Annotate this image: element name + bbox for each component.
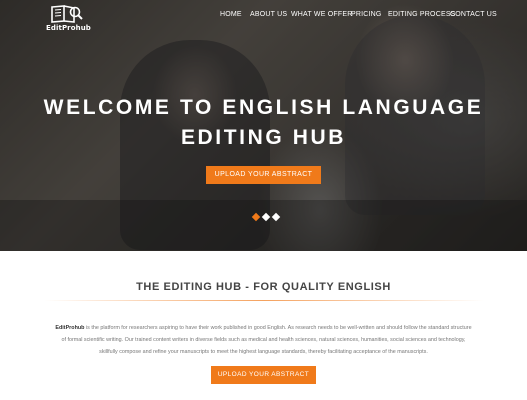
slider-dot-2[interactable] (261, 212, 271, 222)
nav-what-we-offer[interactable]: WHAT WE OFFER (291, 11, 352, 18)
section-heading: THE EDITING HUB - FOR QUALITY ENGLISH (136, 281, 391, 293)
nav-editing-process[interactable]: EDITING PROCESS (388, 11, 456, 18)
nav-home[interactable]: HOME (220, 11, 242, 18)
hero-banner: EditProhub HOME ABOUT US WHAT WE OFFER P… (0, 0, 527, 251)
about-brand-name: EditProhub (55, 325, 85, 331)
upload-abstract-button[interactable]: UPLOAD YOUR ABSTRACT (211, 366, 316, 384)
section-divider (44, 300, 484, 301)
slider-dots (251, 212, 281, 222)
nav-contact-us[interactable]: CONTACT US (450, 11, 497, 18)
about-description-line3: skillfully compose and refine your manus… (99, 349, 428, 355)
main-nav: HOME ABOUT US WHAT WE OFFER PRICING EDIT… (0, 11, 527, 23)
hero-title-line2: EDITING HUB (180, 126, 347, 149)
hero-title-line1: WELCOME TO ENGLISH LANGUAGE (43, 96, 484, 119)
about-description-line2: of formal scientific writing. Our traine… (61, 337, 466, 343)
hero-title: WELCOME TO ENGLISH LANGUAGE EDITING HUB (0, 93, 527, 153)
slider-dot-1[interactable] (251, 212, 261, 222)
about-description-line1: is the platform for researchers aspiring… (84, 325, 472, 331)
hero-upload-abstract-button[interactable]: UPLOAD YOUR ABSTRACT (206, 166, 321, 184)
nav-about-us[interactable]: ABOUT US (250, 11, 287, 18)
brand-name: EditProhub (46, 24, 91, 32)
nav-pricing[interactable]: PRICING (351, 11, 382, 18)
slider-dot-3[interactable] (271, 212, 281, 222)
about-description: EditProhub is the platform for researche… (36, 322, 491, 358)
